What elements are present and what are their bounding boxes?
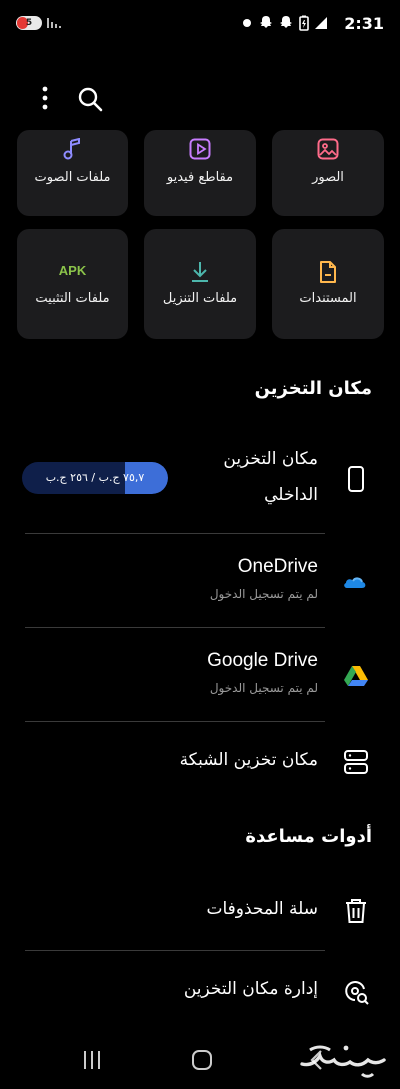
onedrive-title: OneDrive [237, 556, 318, 577]
music-note-icon [63, 138, 80, 160]
category-documents[interactable]: المستندات [272, 229, 384, 339]
category-label: مقاطع فيديو [166, 170, 234, 185]
play-icon [189, 138, 211, 160]
status-icons [240, 14, 328, 32]
onedrive-icon [344, 577, 366, 588]
battery-saver-icon [299, 15, 309, 31]
storage-section-title: مكان التخزين [254, 378, 372, 399]
network-storage-title: مكان تخزين الشبكة [179, 750, 318, 770]
trash-title: سلة المحذوفات [206, 899, 318, 919]
download-icon [192, 262, 208, 282]
google-drive-subtitle: لم يتم تسجيل الدخول [209, 681, 318, 695]
category-audio[interactable]: ملفات الصوت [17, 130, 128, 216]
onedrive-subtitle: لم يتم تسجيل الدخول [209, 587, 318, 601]
category-videos[interactable]: مقاطع فيديو [144, 130, 256, 216]
home-icon[interactable] [190, 1048, 214, 1072]
google-drive-title: Google Drive [207, 650, 318, 671]
storage-usage-text: ٧٥,٧ ج.ب / ٢٥٦ ج.ب [45, 471, 145, 484]
image-icon [317, 138, 339, 160]
clock: 2:31 [344, 14, 384, 33]
category-installation-files[interactable]: APK ملفات التثبيت [17, 229, 128, 339]
internal-storage-title: مكان التخزين [223, 449, 318, 469]
tools-section-title: أدوات مساعدة [245, 826, 372, 847]
snapchat-icon [280, 16, 292, 28]
storage-analysis-icon [345, 981, 369, 1005]
category-label: ملفات الصوت [34, 170, 111, 185]
battery-level: 5 [25, 18, 33, 28]
snapchat-icon [260, 16, 272, 28]
category-label: المستندات [299, 291, 357, 306]
more-options-icon[interactable] [30, 84, 60, 114]
internal-storage-title-line2: الداخلي [264, 485, 318, 505]
status-bar: 5 2:31 [0, 0, 400, 50]
document-icon [320, 261, 336, 283]
category-downloads[interactable]: ملفات التنزيل [144, 229, 256, 339]
wifi-icon [243, 19, 251, 27]
manage-storage-title: إدارة مكان التخزين [183, 979, 318, 999]
trash-icon [346, 899, 366, 923]
network-storage-icon [344, 750, 368, 774]
battery-indicator: 5 [16, 16, 42, 30]
google-drive-icon [344, 666, 368, 686]
search-icon[interactable] [74, 84, 106, 116]
category-images[interactable]: الصور [272, 130, 384, 216]
divider [25, 533, 325, 534]
storage-usage-bar: ٧٥,٧ ج.ب / ٢٥٦ ج.ب [22, 462, 168, 494]
category-label: ملفات التنزيل [162, 291, 238, 306]
divider [25, 627, 325, 628]
haraj-watermark-logo [300, 1045, 386, 1078]
apk-icon: APK [58, 263, 87, 278]
phone-icon [348, 466, 364, 492]
divider [25, 950, 325, 951]
category-label: ملفات التثبيت [35, 291, 110, 306]
signal-icon [47, 18, 61, 28]
recents-icon[interactable] [80, 1048, 104, 1072]
divider [25, 721, 325, 722]
cell-signal-icon [315, 17, 327, 29]
category-label: الصور [312, 170, 344, 185]
